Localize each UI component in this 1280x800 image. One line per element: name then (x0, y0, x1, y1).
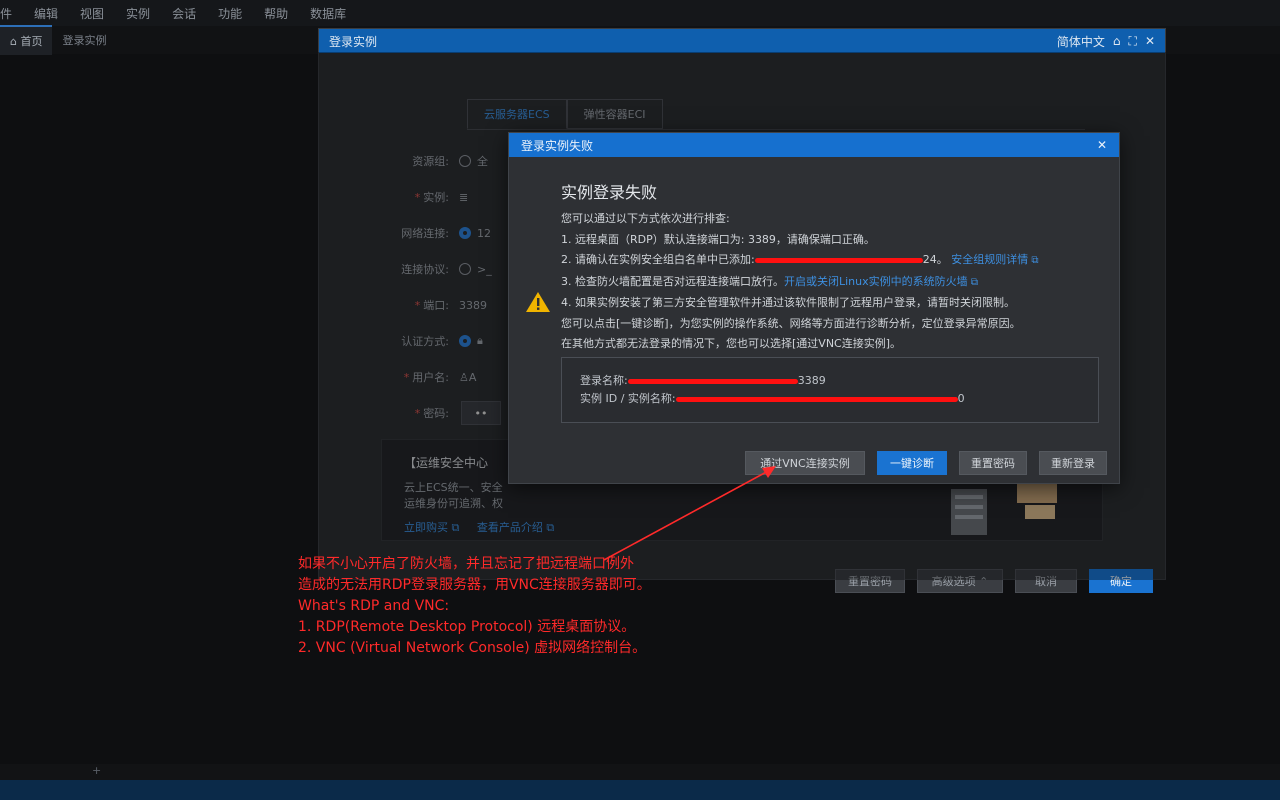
error-dialog-title: 登录实例失败 (521, 138, 594, 153)
login-failed-dialog: 登录实例失败 ✕ 实例登录失败 您可以通过以下方式依次进行排查: 1. 远程桌面… (508, 132, 1120, 484)
tab-login-instance[interactable]: 登录实例 (52, 26, 116, 54)
error-heading: 实例登录失败 (561, 183, 658, 202)
external-link-icon: ⧉ (967, 276, 978, 288)
language-selector[interactable]: 简体中文 (1057, 33, 1105, 50)
error-dialog-header: 登录实例失败 ✕ (509, 133, 1119, 157)
menu-item-function[interactable]: 功能 (218, 5, 242, 22)
menu-item-instance[interactable]: 实例 (126, 5, 150, 22)
login-dialog-header: 登录实例 简体中文 ⌂ ⛶ ✕ (319, 29, 1165, 53)
vnc-hint: 在其他方式都无法登录的情况下，您也可以选择[通过VNC连接实例]。 (561, 337, 902, 350)
redaction-mark (754, 257, 923, 263)
external-link-icon: ⧉ (1028, 255, 1039, 266)
annotation-line-5: 2. VNC (Virtual Network Console) 虚拟网络控制台… (298, 640, 647, 656)
instance-info-box: 登录名称: 3389 实例 ID / 实例名称: 0 (561, 357, 1099, 423)
menu-item-file[interactable]: 件 (0, 5, 12, 22)
relogin-button[interactable]: 重新登录 (1039, 451, 1107, 475)
login-dialog-title: 登录实例 (329, 34, 378, 49)
vnc-connect-button[interactable]: 通过VNC连接实例 (745, 451, 865, 475)
add-tab-icon[interactable]: + (92, 764, 101, 777)
tab-home[interactable]: ⌂ 首页 (0, 25, 53, 55)
menu-item-edit[interactable]: 编辑 (34, 5, 58, 22)
step-3: 3. 检查防火墙配置是否对远程连接端口放行。开启或关闭Linux实例中的系统防火… (561, 274, 978, 288)
step-1: 1. 远程桌面（RDP）默认连接端口为: 3389，请确保端口正确。 (561, 232, 875, 246)
instance-id-row: 实例 ID / 实例名称: 0 (580, 392, 965, 405)
step-2: 2. 请确认在实例安全组白名单中已添加: 24。 安全组规则详情 ⧉ (561, 253, 1039, 266)
security-group-rules-link[interactable]: 安全组规则详情 (951, 253, 1028, 266)
redaction-mark (627, 378, 798, 384)
menu-bar: 件 编辑 视图 实例 会话 功能 帮助 数据库 (0, 0, 1280, 26)
annotation-line-2: 造成的无法用RDP登录服务器，用VNC连接服务器即可。 (298, 577, 651, 593)
annotation-line-3: What's RDP and VNC: (298, 598, 450, 614)
annotation-text: 如果不小心开启了防火墙，并且忘记了把远程端口例外 造成的无法用RDP登录服务器，… (298, 554, 651, 659)
redaction-mark (675, 396, 958, 402)
menu-item-view[interactable]: 视图 (80, 5, 104, 22)
status-bar (0, 780, 1280, 800)
step-4: 4. 如果实例安装了第三方安全管理软件并通过该软件限制了远程用户登录，请暂时关闭… (561, 296, 1015, 309)
menu-item-database[interactable]: 数据库 (310, 5, 346, 22)
menu-item-help[interactable]: 帮助 (264, 5, 288, 22)
shirt-icon[interactable]: ⌂ (1113, 34, 1121, 48)
fullscreen-icon[interactable]: ⛶ (1129, 34, 1137, 49)
reset-password-button[interactable]: 重置密码 (959, 451, 1027, 475)
intro-text: 您可以通过以下方式依次进行排查: (561, 212, 730, 225)
diagnose-hint: 您可以点击[一键诊断]，为您实例的操作系统、网络等方面进行诊断分析，定位登录异常… (561, 316, 1021, 330)
home-icon: ⌂ (10, 35, 21, 48)
one-click-diagnose-button[interactable]: 一键诊断 (877, 451, 947, 475)
annotation-line-4: 1. RDP(Remote Desktop Protocol) 远程桌面协议。 (298, 619, 636, 635)
close-icon[interactable]: ✕ (1145, 34, 1155, 48)
annotation-line-1: 如果不小心开启了防火墙，并且忘记了把远程端口例外 (298, 556, 634, 572)
warning-icon (526, 292, 550, 312)
linux-firewall-link[interactable]: 开启或关闭Linux实例中的系统防火墙 (784, 275, 968, 288)
login-name-row: 登录名称: 3389 (580, 374, 826, 387)
close-icon[interactable]: ✕ (1097, 138, 1107, 152)
troubleshooting-steps: 您可以通过以下方式依次进行排查: 1. 远程桌面（RDP）默认连接端口为: 33… (561, 209, 1101, 355)
bottom-tab-strip: + (0, 764, 1280, 780)
menu-item-session[interactable]: 会话 (172, 5, 196, 22)
